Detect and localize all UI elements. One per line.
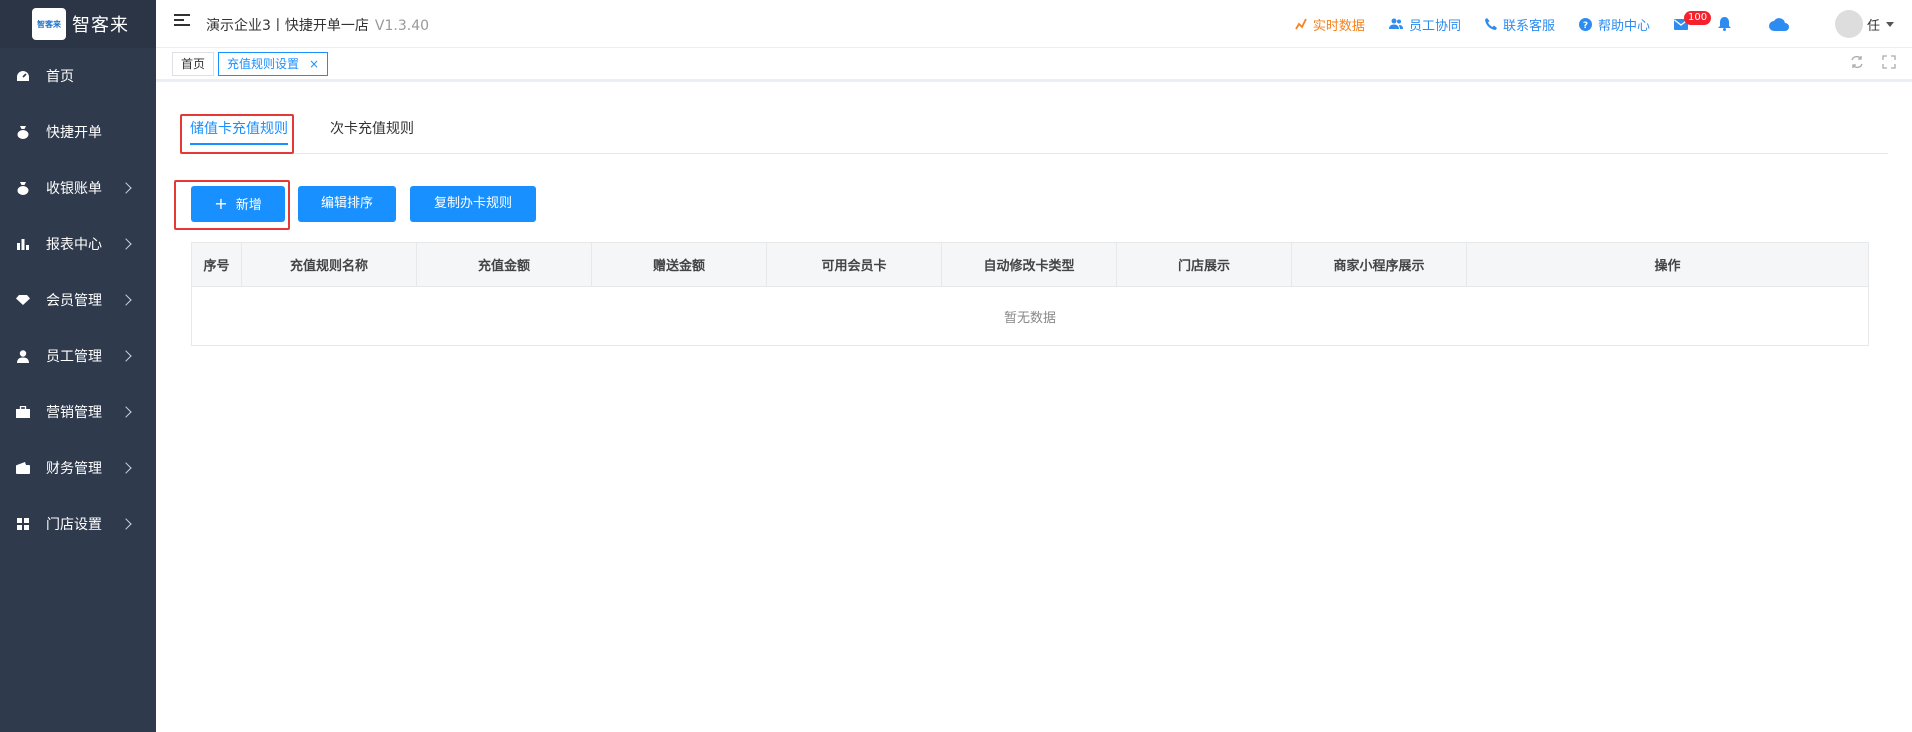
avatar[interactable] xyxy=(1834,10,1863,38)
chevron-right-icon xyxy=(120,406,132,418)
realtime-data-link[interactable]: 实时数据 xyxy=(1295,15,1365,34)
mail-button[interactable]: 100 xyxy=(1673,10,1712,30)
sidebar-item-finance[interactable]: 财务管理 xyxy=(0,440,156,496)
empty-state: 暂无数据 xyxy=(1003,310,1056,326)
header-links: 实时数据 员工协同 联系客服 ? 帮助中心 100 任 xyxy=(1295,0,1912,48)
mail-badge: 100 xyxy=(1683,10,1712,25)
app-version: V1.3.40 xyxy=(374,18,430,34)
help-icon: ? xyxy=(1578,17,1592,31)
help-center-label: 帮助中心 xyxy=(1597,18,1650,34)
chevron-right-icon xyxy=(120,238,132,250)
chevron-right-icon xyxy=(120,350,132,362)
chevron-right-icon xyxy=(120,462,132,474)
user-icon xyxy=(16,349,30,363)
column-header: 门店展示 xyxy=(1117,243,1292,286)
brand-name: 智客来 xyxy=(72,15,129,36)
edit-sort-button[interactable]: 编辑排序 xyxy=(298,186,396,222)
svg-text:?: ? xyxy=(1583,21,1588,31)
chevron-right-icon xyxy=(120,518,132,530)
column-header: 充值金额 xyxy=(417,243,592,286)
sidebar: 智客来 智客来 首页 快捷开单 收银账单 报表中心 会员管理 员工管理 营销管理… xyxy=(0,0,156,732)
sidebar-item-cashier-bills[interactable]: 收银账单 xyxy=(0,160,156,216)
column-header: 操作 xyxy=(1654,259,1681,274)
briefcase-icon xyxy=(16,405,30,419)
column-header: 商家小程序展示 xyxy=(1292,243,1467,286)
recharge-rules-table: 序号 充值规则名称 充值金额 赠送金额 可用会员卡 自动修改卡类型 门店展示 商… xyxy=(191,242,1869,346)
sidebar-item-label: 门店设置 xyxy=(46,517,102,533)
main-content: 储值卡充值规则 次卡充值规则 + 新增 编辑排序 复制办卡规则 序号 充值规则名称… xyxy=(156,82,1912,732)
bell-icon xyxy=(1717,17,1731,31)
fullscreen-icon[interactable] xyxy=(1882,55,1896,69)
menu-toggle-icon[interactable] xyxy=(174,14,190,28)
sidebar-item-label: 快捷开单 xyxy=(46,125,102,141)
help-center-link[interactable]: ? 帮助中心 xyxy=(1578,15,1650,34)
sidebar-item-label: 首页 xyxy=(46,69,74,85)
highlight-box xyxy=(180,114,294,154)
user-name[interactable]: 任 xyxy=(1867,15,1880,34)
realtime-data-label: 实时数据 xyxy=(1312,18,1365,34)
copy-card-rules-button[interactable]: 复制办卡规则 xyxy=(410,186,536,222)
sidebar-item-marketing[interactable]: 营销管理 xyxy=(0,384,156,440)
sidebar-item-label: 会员管理 xyxy=(46,293,102,309)
tab-tools xyxy=(1850,55,1896,69)
phone-icon xyxy=(1484,18,1497,30)
column-header: 自动修改卡类型 xyxy=(942,243,1117,286)
refresh-icon[interactable] xyxy=(1850,55,1864,69)
staff-collab-label: 员工协同 xyxy=(1408,18,1461,34)
column-header: 充值规则名称 xyxy=(242,243,417,286)
tab-recharge-rules-label: 充值规则设置 xyxy=(227,57,300,71)
sidebar-item-label: 营销管理 xyxy=(46,405,102,421)
sidebar-item-home[interactable]: 首页 xyxy=(0,48,156,104)
tab-count-card[interactable]: 次卡充值规则 xyxy=(330,116,414,154)
tab-recharge-rules[interactable]: 充值规则设置 × xyxy=(218,52,329,76)
brand-logo[interactable]: 智客来 智客来 xyxy=(0,0,156,48)
bar-chart-icon xyxy=(16,237,30,251)
column-header: 可用会员卡 xyxy=(767,243,942,286)
wallet-icon xyxy=(16,461,30,475)
sidebar-item-label: 员工管理 xyxy=(46,349,102,365)
top-header: 演示企业3丨快捷开单一店 V1.3.40 实时数据 员工协同 联系客服 ? 帮助中… xyxy=(156,0,1912,48)
caret-down-icon[interactable] xyxy=(1886,21,1894,27)
company-name: 演示企业3丨快捷开单一店 xyxy=(206,18,369,34)
sidebar-item-staff[interactable]: 员工管理 xyxy=(0,328,156,384)
cloud-icon xyxy=(1768,17,1789,31)
users-icon xyxy=(1388,18,1403,29)
money-bag-icon xyxy=(16,125,30,139)
contact-support-label: 联系客服 xyxy=(1502,18,1555,34)
column-header: 序号 xyxy=(192,243,242,286)
column-header: 赠送金额 xyxy=(592,243,767,286)
sidebar-item-label: 报表中心 xyxy=(46,237,102,253)
notification-button[interactable] xyxy=(1717,17,1737,31)
chevron-right-icon xyxy=(120,182,132,194)
table-header: 序号 充值规则名称 充值金额 赠送金额 可用会员卡 自动修改卡类型 门店展示 商… xyxy=(192,243,1868,287)
chevron-right-icon xyxy=(120,294,132,306)
contact-support-link[interactable]: 联系客服 xyxy=(1484,15,1555,34)
sidebar-item-quick-order[interactable]: 快捷开单 xyxy=(0,104,156,160)
close-icon[interactable]: × xyxy=(309,57,319,71)
recharge-type-tabs: 储值卡充值规则 次卡充值规则 xyxy=(180,116,1888,154)
company-title: 演示企业3丨快捷开单一店 V1.3.40 xyxy=(206,15,429,35)
sidebar-item-label: 收银账单 xyxy=(46,181,102,197)
diamond-icon xyxy=(16,293,30,307)
sidebar-item-members[interactable]: 会员管理 xyxy=(0,272,156,328)
trend-icon xyxy=(1295,18,1307,30)
dashboard-icon xyxy=(16,69,30,83)
tab-home[interactable]: 首页 xyxy=(172,52,215,76)
cloud-button[interactable] xyxy=(1768,17,1795,31)
sidebar-item-reports[interactable]: 报表中心 xyxy=(0,216,156,272)
logo-icon: 智客来 xyxy=(32,8,66,40)
highlight-box xyxy=(174,180,290,230)
sidebar-item-store-settings[interactable]: 门店设置 xyxy=(0,496,156,552)
staff-collab-link[interactable]: 员工协同 xyxy=(1388,15,1461,34)
money-bag-icon xyxy=(16,181,30,195)
sidebar-item-label: 财务管理 xyxy=(46,461,102,477)
page-tab-bar: 首页 充值规则设置 × xyxy=(156,49,1912,82)
grid-icon xyxy=(16,517,30,531)
